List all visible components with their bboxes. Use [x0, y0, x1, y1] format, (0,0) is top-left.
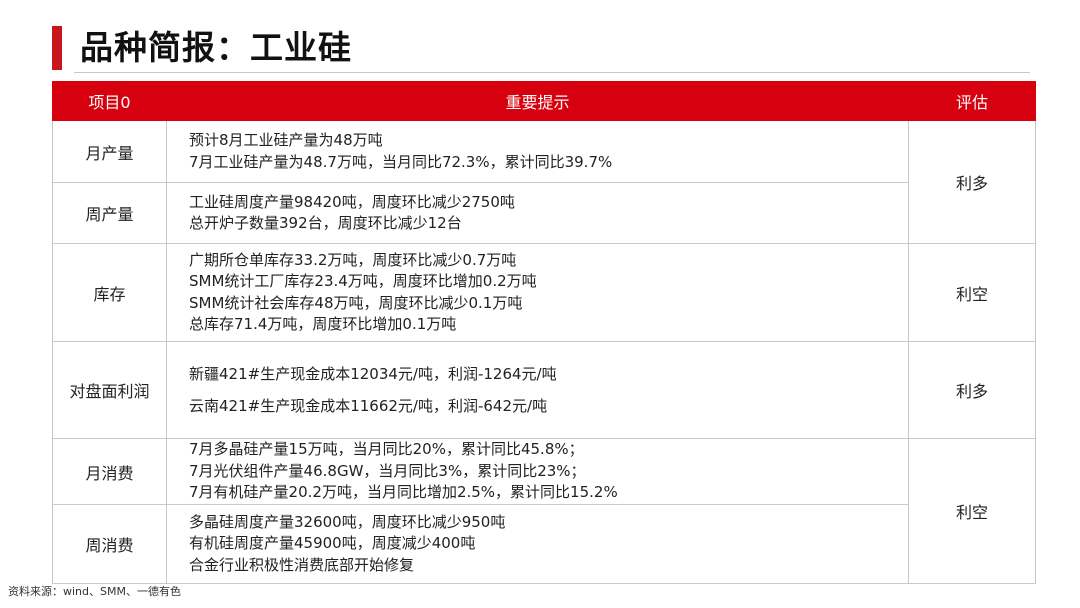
row-hint: 7月多晶硅产量15万吨，当月同比20%，累计同比45.8%； 7月光伏组件产量4…: [166, 438, 909, 505]
source-note: 资料来源：wind、SMM、一德有色: [8, 585, 181, 598]
rating-cell: 利空: [908, 438, 1036, 584]
hint-line: 7月多晶硅产量15万吨，当月同比20%，累计同比45.8%；: [189, 440, 584, 459]
row-label: 对盘面利润: [52, 341, 167, 439]
row-label: 周产量: [52, 182, 167, 244]
row-hint: 多晶硅周度产量32600吨，周度环比减少950吨 有机硅周度产量45900吨，周…: [166, 504, 909, 584]
table-row: 月消费 7月多晶硅产量15万吨，当月同比20%，累计同比45.8%； 7月光伏组…: [52, 438, 1036, 584]
hint-line: 广期所仓单库存33.2万吨，周度环比减少0.7万吨: [189, 250, 517, 269]
hint-line: 新疆421#生产现金成本12034元/吨，利润-1264元/吨: [189, 365, 557, 383]
row-hint: 新疆421#生产现金成本12034元/吨，利润-1264元/吨 云南421#生产…: [166, 341, 909, 439]
row-label: 周消费: [52, 504, 167, 584]
hint-line: 有机硅周度产量45900吨，周度减少400吨: [189, 534, 476, 553]
row-hint: 工业硅周度产量98420吨，周度环比减少2750吨 总开炉子数量392台，周度环…: [166, 182, 909, 244]
hint-line: 云南421#生产现金成本11662元/吨，利润-642元/吨: [189, 397, 548, 415]
hint-line: 多晶硅周度产量32600吨，周度环比减少950吨: [189, 512, 506, 531]
hint-line: 预计8月工业硅产量为48万吨: [189, 131, 383, 149]
hint-line: 总库存71.4万吨，周度环比增加0.1万吨: [189, 315, 457, 333]
table-row: 库存 广期所仓单库存33.2万吨，周度环比减少0.7万吨 SMM统计工厂库存23…: [52, 243, 1036, 342]
title-divider: [74, 72, 1030, 73]
column-header-rating: 评估: [908, 81, 1036, 121]
row-hint: 广期所仓单库存33.2万吨，周度环比减少0.7万吨 SMM统计工厂库存23.4万…: [166, 243, 909, 342]
rating-cell: 利空: [908, 243, 1036, 342]
table-row: 对盘面利润 新疆421#生产现金成本12034元/吨，利润-1264元/吨 云南…: [52, 341, 1036, 439]
row-label: 月消费: [52, 438, 167, 505]
table-row: 周产量 工业硅周度产量98420吨，周度环比减少2750吨 总开炉子数量392台…: [52, 182, 1036, 244]
row-hint: 预计8月工业硅产量为48万吨 7月工业硅产量为48.7万吨，当月同比72.3%，…: [166, 120, 909, 183]
hint-line: 7月有机硅产量20.2万吨，当月同比增加2.5%，累计同比15.2%: [189, 483, 618, 502]
table-row: 周消费 多晶硅周度产量32600吨，周度环比减少950吨 有机硅周度产量4590…: [52, 504, 1036, 584]
table-header-row: 项目0 重要提示 评估: [52, 81, 1036, 121]
title-accent-bar: [52, 26, 62, 70]
rating-cell: 利多: [908, 341, 1036, 439]
page-title: 品种简报：工业硅: [80, 28, 352, 67]
column-header-hint: 重要提示: [166, 81, 909, 121]
hint-line: 工业硅周度产量98420吨，周度环比减少2750吨: [189, 192, 515, 211]
table-row: 月产量 预计8月工业硅产量为48万吨 7月工业硅产量为48.7万吨，当月同比72…: [52, 120, 1036, 244]
column-header-item: 项目0: [52, 81, 167, 121]
row-label: 库存: [52, 243, 167, 342]
hint-line: SMM统计社会库存48万吨，周度环比减少0.1万吨: [189, 293, 523, 312]
rating-cell: 利多: [908, 120, 1036, 244]
hint-line: 7月工业硅产量为48.7万吨，当月同比72.3%，累计同比39.7%: [189, 152, 613, 171]
briefing-table: 项目0 重要提示 评估 月产量 预计8月工业硅产量为48万吨 7月工业硅产量为4…: [52, 81, 1036, 584]
hint-line: 7月光伏组件产量46.8GW，当月同比3%，累计同比23%；: [189, 461, 586, 480]
hint-line: 合金行业积极性消费底部开始修复: [189, 555, 415, 574]
row-label: 月产量: [52, 120, 167, 183]
hint-line: 总开炉子数量392台，周度环比减少12台: [189, 214, 462, 232]
hint-line: SMM统计工厂库存23.4万吨，周度环比增加0.2万吨: [189, 272, 537, 290]
